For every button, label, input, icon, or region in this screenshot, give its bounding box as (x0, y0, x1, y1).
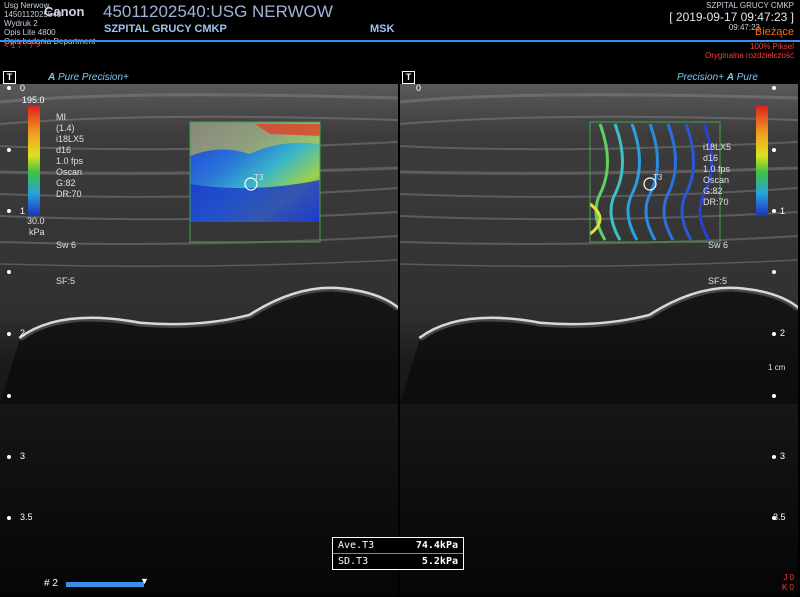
brand-precision: Precision+ (81, 72, 129, 83)
brand-a: A (48, 72, 56, 83)
depth-label: 1 (20, 206, 26, 216)
footer-j: J 0 (783, 573, 794, 582)
frame-indicator: < 1 7 - 7 > (4, 41, 41, 50)
param: DR:70 (56, 189, 82, 199)
propagation-colorbar (756, 106, 768, 216)
brand-precision: Precision+ (677, 72, 724, 83)
transducer-icon-right[interactable]: T (402, 71, 415, 84)
brand-a: A (726, 72, 734, 83)
scale-label-cm: 1 cm (768, 363, 786, 372)
status-label: Bieżące (754, 26, 794, 38)
param: i18LX5 (56, 134, 85, 144)
measurement-label: SD.T3 (338, 556, 369, 567)
depth-label: 1 (780, 206, 786, 216)
hospital-name: SZPITAL GRUCY CMKP (104, 23, 227, 35)
cine-label: # 2 (44, 578, 58, 589)
sf-value-left: SF:5 (56, 276, 76, 286)
roi-label-left: T3 (254, 173, 264, 182)
sw-value-left: Sw 6 (56, 240, 77, 250)
measurement-row-ave: Ave.T3 74.4kPa (333, 538, 463, 554)
scale-max: 195.0 (22, 95, 45, 105)
param: G:82 (703, 186, 723, 196)
depth-label: 0 (416, 83, 422, 93)
param: d16 (703, 153, 719, 163)
brand-logo: Canon (44, 4, 85, 19)
ultrasound-image-right[interactable] (400, 84, 798, 596)
param: DR:70 (703, 197, 729, 207)
exam-region: MSK (370, 23, 395, 35)
brand-label-left: A Pure Precision+ (48, 72, 129, 83)
cine-scrollbar[interactable] (66, 582, 144, 587)
resolution-info: Oryginalna rozdzielczość (705, 51, 794, 60)
param: MI (56, 112, 66, 122)
param: Oscan (703, 175, 730, 185)
pixel-info: 100% Piksel (749, 42, 794, 51)
cine-marker-icon[interactable]: ▼ (140, 576, 149, 586)
scale-unit: kPa (29, 227, 45, 237)
scale-min: 30.0 (27, 216, 45, 226)
measurement-value: 74.4kPa (415, 540, 458, 551)
depth-label: 2 (780, 328, 786, 338)
param: Oscan (56, 167, 83, 177)
header-divider (0, 40, 800, 42)
elasticity-colorbar (28, 106, 40, 216)
footer-k: K 0 (781, 583, 794, 592)
transducer-icon-left[interactable]: T (3, 71, 16, 84)
roi-label-right: T3 (653, 173, 663, 182)
sf-value-right: SF:5 (708, 276, 728, 286)
brand-label-right: Precision+ A Pure (677, 72, 758, 83)
param: G:82 (56, 178, 76, 188)
depth-label: 0 (20, 83, 26, 93)
measurement-results: Ave.T3 74.4kPa SD.T3 5.2kPa (332, 537, 464, 570)
param: 1.0 fps (703, 164, 731, 174)
header-line: Wydruk 2 (4, 19, 38, 28)
measurement-label: Ave.T3 (338, 540, 375, 551)
header-line: Opis Lite 4800 (4, 28, 56, 37)
scan-params-right: i18LX5 d16 1.0 fps Oscan G:82 DR:70 (703, 142, 731, 208)
brand-pure: Pure (58, 72, 80, 83)
depth-label: 3 (780, 451, 786, 461)
param: (1.4) (56, 123, 75, 133)
measurement-value: 5.2kPa (421, 556, 458, 567)
brand-pure: Pure (736, 72, 758, 83)
patient-id: 45011202540:USG NERWOW (103, 2, 333, 21)
header-bar: Usg Nerwow 1450112025540 Wydruk 2 Opis L… (0, 0, 800, 50)
sw-value-right: Sw 6 (708, 240, 729, 250)
datetime: [ 2019-09-17 09:47:23 ] (669, 10, 794, 24)
depth-label: 3 (20, 451, 26, 461)
depth-label: 2 (20, 328, 26, 338)
scan-params-left: MI (1.4) i18LX5 d16 1.0 fps Oscan G:82 D… (56, 112, 84, 200)
footer-right-info: J 0 K 0 (782, 573, 794, 593)
param: 1.0 fps (56, 156, 84, 166)
measurement-row-sd: SD.T3 5.2kPa (333, 554, 463, 569)
param: i18LX5 (703, 142, 732, 152)
header-right-small: SZPITAL GRUCY CMKP (706, 1, 794, 10)
depth-label: 3.5 (773, 512, 786, 522)
depth-label: 3.5 (20, 512, 33, 522)
param: d16 (56, 145, 72, 155)
